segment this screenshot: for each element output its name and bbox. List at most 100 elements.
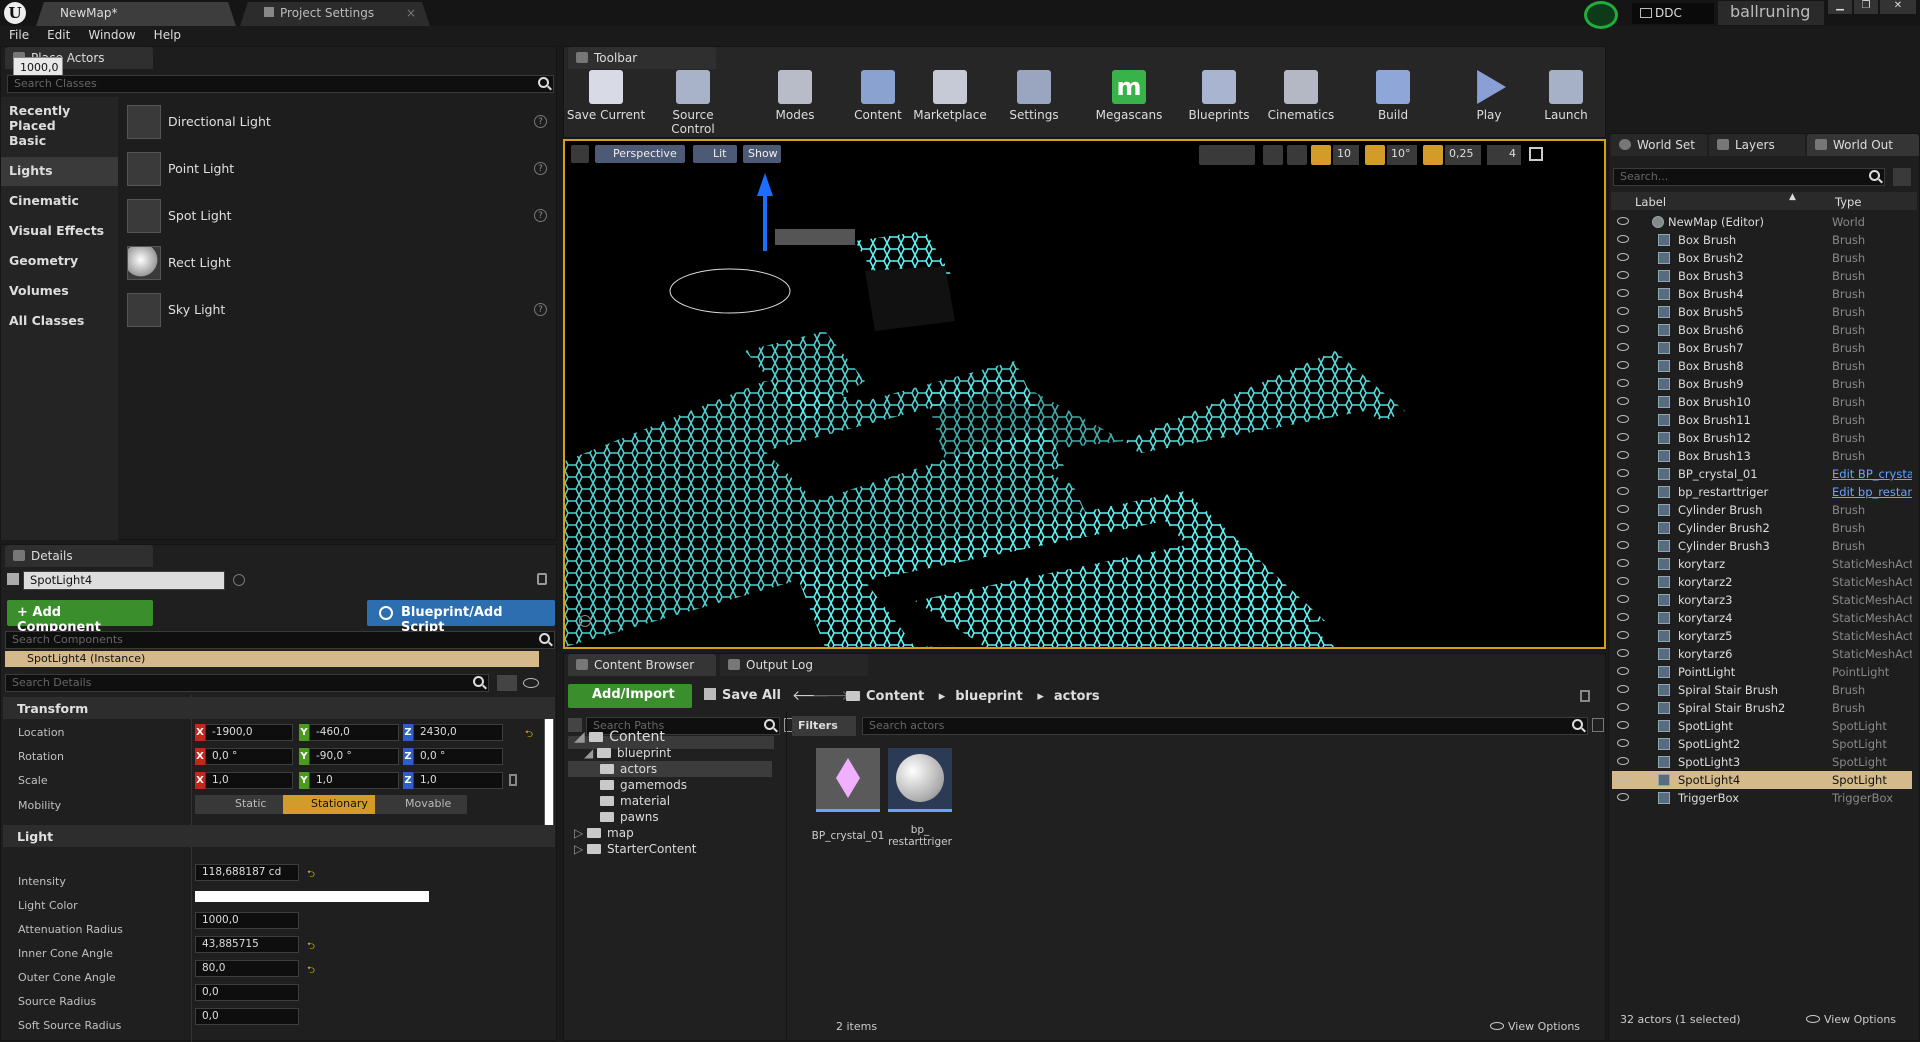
rotation-y-field[interactable]: -90,0 °	[309, 748, 399, 765]
lit-button[interactable]: Lit	[693, 145, 737, 163]
location-y-field[interactable]: -460,0	[309, 724, 399, 741]
outliner-row[interactable]: Box Brush7 Brush	[1612, 339, 1912, 357]
tab-newmap[interactable]: NewMap*	[36, 2, 236, 26]
outliner-row[interactable]: korytarz4 StaticMeshActo	[1612, 609, 1912, 627]
outliner-row[interactable]: Spiral Stair Brush Brush	[1612, 681, 1912, 699]
category-recently-placed[interactable]: Recently Placed	[1, 97, 118, 133]
outliner-row[interactable]: korytarz5 StaticMeshActo	[1612, 627, 1912, 645]
tree-blueprint[interactable]: ◢ blueprint	[584, 746, 671, 760]
tab-output-log[interactable]: Output Log	[720, 654, 868, 676]
filters-button[interactable]: Filters	[792, 716, 856, 736]
inner-cone-angle-field[interactable]: 43,885715	[195, 936, 299, 953]
rotation-snap-value[interactable]: 10°	[1387, 145, 1417, 165]
outliner-row[interactable]: Box Brush10 Brush	[1612, 393, 1912, 411]
search-components-input[interactable]: Search Components	[5, 631, 555, 649]
eye-icon[interactable]	[1617, 775, 1629, 783]
eye-icon[interactable]	[1617, 271, 1629, 279]
maximize-button[interactable]: ❐	[1854, 0, 1878, 14]
lock-icon[interactable]	[1580, 690, 1590, 702]
reset-icon[interactable]: ⮌	[307, 867, 315, 884]
outliner-row[interactable]: Box Brush6 Brush	[1612, 321, 1912, 339]
outliner-row[interactable]: Spiral Stair Brush2 Brush	[1612, 699, 1912, 717]
eye-icon[interactable]	[1617, 739, 1629, 747]
play-button[interactable]: Play	[1466, 70, 1512, 130]
menu-help[interactable]: Help	[145, 26, 190, 42]
eye-icon[interactable]	[1617, 361, 1629, 369]
build-button[interactable]: Build	[1368, 70, 1418, 130]
eye-icon[interactable]	[1617, 307, 1629, 315]
ddc-button[interactable]: DDC	[1632, 3, 1714, 24]
soft-source-radius-field[interactable]: 0,0	[195, 1008, 299, 1025]
tree-map[interactable]: ▷ map	[574, 826, 634, 840]
close-window-button[interactable]: ✕	[1880, 0, 1916, 14]
outliner-row[interactable]: SpotLight3 SpotLight	[1612, 753, 1912, 771]
reset-icon[interactable]: ⮌	[525, 727, 533, 744]
eye-icon[interactable]	[1617, 469, 1629, 477]
save-current-button[interactable]: Save Current	[566, 70, 646, 130]
view-options-button[interactable]: View Options	[1490, 1020, 1580, 1033]
eye-icon[interactable]	[1617, 325, 1629, 333]
tree-pawns[interactable]: pawns	[600, 810, 659, 824]
outliner-row[interactable]: SpotLight2 SpotLight	[1612, 735, 1912, 753]
outliner-row[interactable]: PointLight PointLight	[1612, 663, 1912, 681]
outliner-view-options-button[interactable]: View Options	[1806, 1013, 1896, 1026]
asset-bp-restarttriger[interactable]	[888, 748, 952, 812]
grid-snap-value[interactable]: 10	[1333, 145, 1359, 165]
help-icon[interactable]: ?	[534, 303, 547, 316]
eye-icon[interactable]	[1617, 667, 1629, 675]
tab-world-settings[interactable]: World Set	[1611, 134, 1707, 156]
world-local-icon[interactable]	[1263, 145, 1283, 165]
close-icon[interactable]: ×	[406, 6, 416, 20]
outer-cone-angle-field[interactable]: 80,0	[195, 960, 299, 977]
scale-snap-icon[interactable]	[1423, 145, 1443, 165]
outliner-row[interactable]: korytarz2 StaticMeshActo	[1612, 573, 1912, 591]
row-type[interactable]: Edit BP_crysta	[1832, 467, 1912, 481]
actor-rect-light[interactable]: Rect Light	[126, 243, 556, 283]
outliner-row[interactable]: Box Brush11 Brush	[1612, 411, 1912, 429]
tab-world-outliner[interactable]: World Out	[1807, 134, 1919, 156]
search-classes-input[interactable]: Search Classes	[7, 75, 554, 93]
outliner-row[interactable]: Cylinder Brush Brush	[1612, 501, 1912, 519]
menu-file[interactable]: File	[0, 26, 38, 42]
outliner-row[interactable]: Box Brush4 Brush	[1612, 285, 1912, 303]
scale-x-field[interactable]: 1,0	[205, 772, 293, 789]
tab-layers[interactable]: Layers	[1709, 134, 1805, 156]
camera-speed[interactable]: 4	[1487, 145, 1521, 165]
light-color-swatch[interactable]	[195, 891, 429, 902]
minimize-button[interactable]: ▁	[1828, 0, 1852, 14]
eye-icon[interactable]	[1617, 487, 1629, 495]
scale-z-field[interactable]: 1,0	[413, 772, 503, 789]
lock-icon[interactable]	[537, 573, 547, 585]
add-import-button[interactable]: Add/Import	[568, 684, 692, 708]
viewport[interactable]: Perspective Lit Show 10 10° 0,25 4	[563, 139, 1606, 649]
outliner-row[interactable]: Box Brush9 Brush	[1612, 375, 1912, 393]
tree-actors[interactable]: actors	[600, 762, 657, 776]
lock-icon[interactable]	[509, 774, 517, 786]
outliner-row[interactable]: Box Brush12 Brush	[1612, 429, 1912, 447]
viewport-menu-button[interactable]	[571, 145, 589, 163]
source-control-button[interactable]: Source Control	[650, 70, 736, 136]
column-type[interactable]: Type	[1835, 195, 1861, 209]
outliner-row[interactable]: SpotLight4 SpotLight	[1612, 771, 1912, 789]
breadcrumb-blueprint[interactable]: blueprint	[955, 689, 1022, 704]
outliner-row[interactable]: SpotLight SpotLight	[1612, 717, 1912, 735]
transform-tools[interactable]	[1199, 145, 1255, 165]
outliner-row[interactable]: Box Brush2 Brush	[1612, 249, 1912, 267]
outliner-row[interactable]: BP_crystal_01 Edit BP_crysta	[1612, 465, 1912, 483]
tab-content-browser[interactable]: Content Browser	[568, 654, 716, 676]
menu-window[interactable]: Window	[79, 26, 144, 42]
blueprint-add-script-button[interactable]: Blueprint/Add Script	[367, 600, 555, 635]
search-actors-input[interactable]: Search actors	[862, 717, 1588, 735]
transform-section-header[interactable]: Transform	[3, 697, 555, 719]
eye-icon[interactable]	[1617, 289, 1629, 297]
eye-icon[interactable]	[1617, 595, 1629, 603]
location-z-field[interactable]: 2430,0	[413, 724, 503, 741]
tree-material[interactable]: material	[600, 794, 670, 808]
perspective-button[interactable]: Perspective	[595, 145, 685, 163]
eye-icon[interactable]	[1617, 649, 1629, 657]
outliner-root-row[interactable]: NewMap (Editor) World	[1612, 213, 1912, 231]
category-basic[interactable]: Basic	[1, 127, 118, 156]
eye-icon[interactable]	[1617, 577, 1629, 585]
rotation-snap-icon[interactable]	[1365, 145, 1385, 165]
breadcrumb-content[interactable]: Content	[866, 689, 924, 704]
